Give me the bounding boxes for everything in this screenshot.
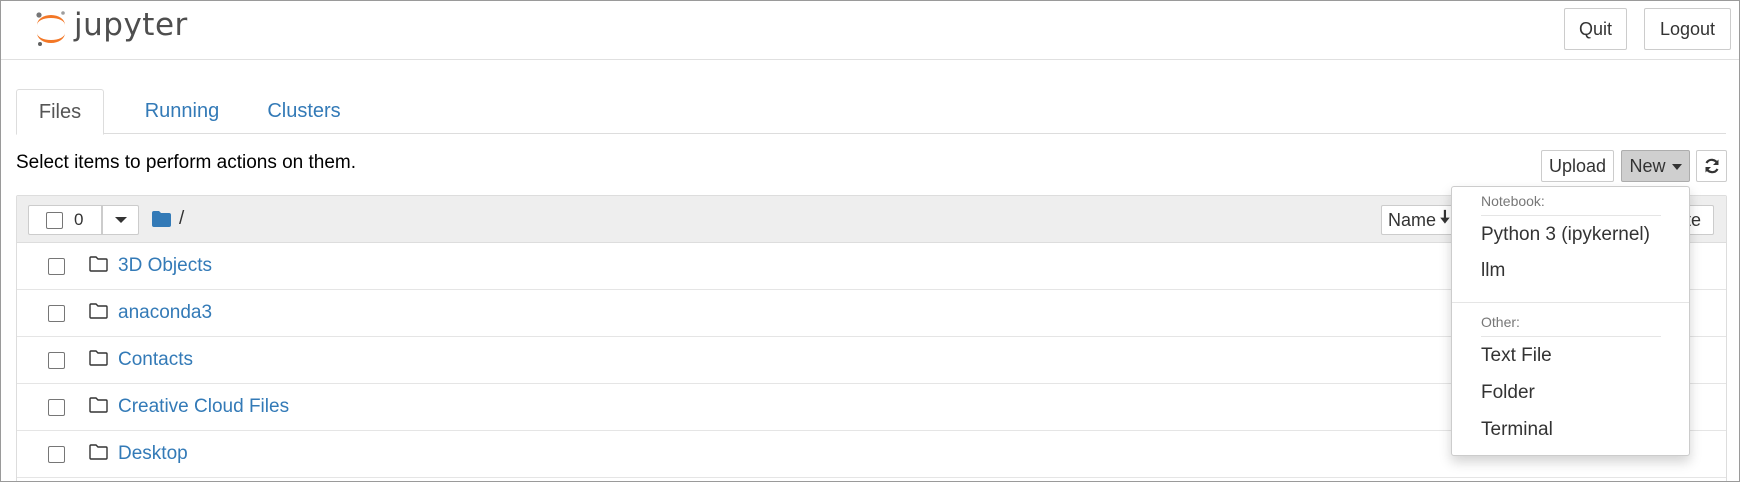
select-all-checkbox[interactable] [46,211,63,229]
new-button[interactable]: New [1621,150,1690,182]
row-checkbox[interactable] [48,399,65,416]
folder-icon [89,303,108,319]
new-button-label: New [1629,155,1666,176]
row-checkbox[interactable] [48,446,65,463]
arrow-down-icon: 🠇 [1440,207,1450,227]
quit-button[interactable]: Quit [1564,8,1627,50]
tab-bar: Files Running Clusters [16,89,1726,135]
menu-item-text-file[interactable]: Text File [1481,345,1552,367]
item-name-link[interactable]: Contacts [118,349,193,371]
section-rule [1481,336,1661,337]
folder-open-icon[interactable] [152,211,171,227]
refresh-button[interactable] [1696,150,1727,182]
folder-icon [89,397,108,413]
menu-divider [1452,302,1689,303]
item-name-link[interactable]: 3D Objects [118,255,212,277]
select-all-control[interactable]: 0 [28,205,102,235]
upload-button[interactable]: Upload [1541,150,1614,182]
folder-icon [89,350,108,366]
tab-running[interactable]: Running [130,89,234,134]
menu-item-folder[interactable]: Folder [1481,382,1535,404]
row-checkbox[interactable] [48,352,65,369]
section-rule [1481,215,1661,216]
row-checkbox[interactable] [48,305,65,322]
breadcrumb-root[interactable]: / [179,208,184,230]
menu-item-llm-kernel[interactable]: llm [1481,260,1505,282]
header: jupyter Quit Logout [1,1,1739,60]
logo-text: jupyter [74,6,188,43]
row-checkbox[interactable] [48,258,65,275]
sort-by-name-button[interactable]: Name 🠇 [1381,205,1461,235]
folder-icon [89,256,108,272]
instructions-text: Select items to perform actions on them. [16,152,357,173]
breadcrumb: / [152,208,184,230]
tab-clusters[interactable]: Clusters [250,89,358,134]
caret-down-icon [114,217,127,223]
selected-count: 0 [74,210,84,229]
tab-files[interactable]: Files [16,89,104,135]
jupyter-tree-page: jupyter Quit Logout Files Running Cluste… [0,0,1740,482]
refresh-icon [1704,158,1719,174]
folder-icon [89,444,108,460]
logout-button[interactable]: Logout [1644,8,1731,50]
sort-label: Name [1388,209,1437,230]
menu-item-python3-kernel[interactable]: Python 3 (ipykernel) [1481,224,1650,246]
select-menu-dropdown[interactable] [102,205,139,235]
other-section-header: Other: [1481,314,1520,330]
jupyter-logo[interactable]: jupyter [34,7,188,51]
menu-item-terminal[interactable]: Terminal [1481,419,1553,441]
new-dropdown-menu: Notebook: Python 3 (ipykernel) llm Other… [1451,186,1690,456]
caret-down-icon [1671,164,1682,170]
item-name-link[interactable]: Creative Cloud Files [118,396,289,418]
item-name-link[interactable]: Desktop [118,443,188,465]
item-name-link[interactable]: anaconda3 [118,302,212,324]
notebook-section-header: Notebook: [1481,193,1545,209]
jupyter-logo-icon [36,11,65,46]
